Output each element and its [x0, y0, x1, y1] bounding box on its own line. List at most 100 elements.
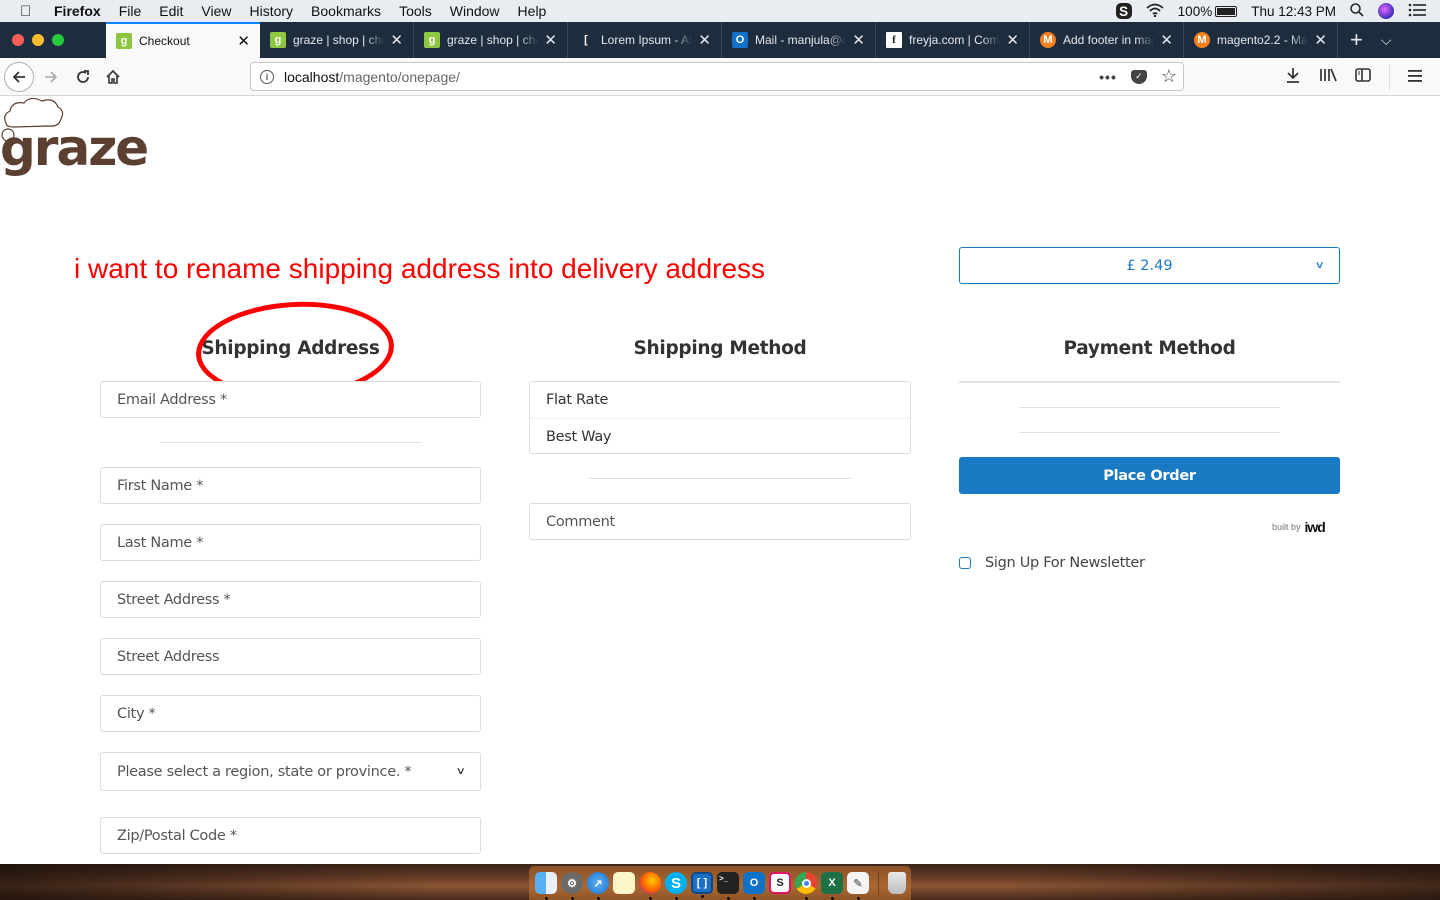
graze-logo[interactable]: graze — [0, 97, 160, 182]
shipping-option-best-way[interactable]: Best Way — [530, 418, 910, 454]
newsletter-option[interactable]: Sign Up For Newsletter — [959, 555, 1145, 571]
tab-graze-shop-1[interactable]: g graze | shop | checkout ✕ — [260, 22, 414, 58]
home-button[interactable] — [98, 62, 128, 92]
first-name-placeholder: First Name * — [117, 477, 204, 494]
region-select[interactable]: Please select a region, state or provinc… — [100, 752, 481, 791]
menu-view[interactable]: View — [201, 3, 231, 19]
new-tab-plus-icon[interactable]: + — [1350, 27, 1363, 53]
graze-favicon-icon: g — [424, 32, 440, 48]
textedit-dock-icon[interactable]: ✎ — [847, 872, 869, 900]
skype-status-icon[interactable]: S — [1115, 3, 1132, 19]
built-by-credit[interactable]: built by iwd — [1272, 519, 1326, 535]
tab-lorem-ipsum[interactable]: [ Lorem Ipsum - All the facts ✕ — [568, 22, 722, 58]
browser-tab-strip: g Checkout ✕ g graze | shop | checkout ✕… — [0, 22, 1440, 58]
shipping-address-title: Shipping Address — [201, 338, 380, 359]
skype-dock-icon[interactable]: S — [665, 872, 687, 900]
sidebar-toggle-icon[interactable] — [1355, 67, 1371, 87]
freyja-favicon-icon: f — [886, 32, 902, 48]
dock-separator — [878, 871, 879, 895]
menu-app-name[interactable]: Firefox — [54, 3, 101, 19]
bookmark-star-icon[interactable]: ☆ — [1161, 66, 1177, 87]
close-tab-icon[interactable]: ✕ — [852, 31, 865, 49]
slack-dock-icon[interactable]: S — [769, 872, 791, 894]
page-actions-more-icon[interactable]: ••• — [1099, 69, 1117, 85]
menu-bookmarks[interactable]: Bookmarks — [311, 3, 381, 19]
divider — [160, 442, 422, 443]
menu-help[interactable]: Help — [518, 3, 547, 19]
shipping-method-options: Flat Rate Best Way — [529, 381, 911, 454]
safari-dock-icon[interactable]: ↗ — [587, 872, 609, 900]
minimize-window-button[interactable] — [32, 34, 44, 46]
menu-file[interactable]: File — [119, 3, 142, 19]
list-all-tabs-chevron-icon[interactable]: ⌵ — [1381, 32, 1392, 49]
system-preferences-dock-icon[interactable]: ⚙ — [561, 872, 583, 900]
last-name-field[interactable]: Last Name * — [100, 524, 481, 561]
pocket-icon[interactable]: ✓ — [1130, 69, 1147, 84]
clock[interactable]: Thu 12:43 PM — [1251, 4, 1336, 19]
notes-dock-icon[interactable] — [613, 872, 635, 894]
trash-dock-icon[interactable] — [888, 872, 906, 894]
menu-history[interactable]: History — [249, 3, 293, 19]
zip-field[interactable]: Zip/Postal Code * — [100, 817, 481, 854]
maximize-window-button[interactable] — [52, 34, 64, 46]
order-total-dropdown[interactable]: £ 2.49 ∨ — [959, 247, 1340, 284]
back-button[interactable] — [4, 61, 34, 92]
spotlight-search-icon[interactable] — [1350, 2, 1364, 20]
menu-window[interactable]: Window — [450, 3, 500, 19]
close-tab-icon[interactable]: ✕ — [1160, 31, 1173, 49]
library-icon[interactable] — [1319, 67, 1337, 88]
close-tab-icon[interactable]: ✕ — [1006, 31, 1019, 49]
close-window-button[interactable] — [12, 34, 24, 46]
brackets-dock-icon[interactable]: [ ] — [691, 872, 713, 898]
downloads-icon[interactable] — [1285, 67, 1301, 88]
close-tab-icon[interactable]: ✕ — [544, 31, 557, 49]
newsletter-checkbox[interactable] — [959, 557, 971, 569]
excel-dock-icon[interactable]: X — [821, 872, 843, 900]
finder-dock-icon[interactable] — [535, 872, 557, 900]
terminal-dock-icon[interactable]: >_ — [717, 872, 739, 900]
menu-tools[interactable]: Tools — [399, 3, 432, 19]
divider — [589, 478, 851, 479]
divider — [1019, 432, 1280, 433]
close-tab-icon[interactable]: ✕ — [698, 31, 711, 49]
site-info-icon[interactable]: i — [260, 69, 274, 84]
close-tab-icon[interactable]: ✕ — [1314, 31, 1327, 49]
siri-icon[interactable] — [1378, 3, 1394, 19]
tab-magento22[interactable]: M magento2.2 - Magento ✕ — [1184, 22, 1338, 58]
menu-edit[interactable]: Edit — [159, 3, 183, 19]
window-controls — [0, 22, 106, 58]
tab-title: Checkout — [139, 34, 190, 48]
reload-button[interactable] — [68, 62, 98, 92]
tab-mail[interactable]: O Mail - manjula@co ✕ — [722, 22, 876, 58]
notification-center-icon[interactable] — [1408, 3, 1426, 20]
place-order-button[interactable]: Place Order — [959, 457, 1340, 494]
wifi-icon[interactable] — [1146, 3, 1164, 20]
close-tab-icon[interactable]: ✕ — [390, 31, 403, 49]
street-address-2-field[interactable]: Street Address — [100, 638, 481, 675]
firefox-dock-icon[interactable] — [639, 872, 661, 900]
chrome-dock-icon[interactable] — [795, 872, 817, 900]
url-bar[interactable]: i localhost/magento/onepage/ ••• ✓ ☆ — [250, 62, 1184, 91]
battery-status[interactable]: 100% — [1178, 4, 1238, 19]
comment-field[interactable]: Comment — [529, 503, 911, 540]
city-placeholder: City * — [117, 705, 156, 722]
tab-title: Add footer in magento — [1063, 33, 1154, 47]
tab-checkout[interactable]: g Checkout ✕ — [106, 22, 260, 58]
magento-favicon-icon: M — [1194, 32, 1210, 48]
tab-freyja[interactable]: f freyja.com | Community ✕ — [876, 22, 1030, 58]
forward-button[interactable] — [36, 62, 66, 92]
tab-graze-shop-2[interactable]: g graze | shop | checkout ✕ — [414, 22, 568, 58]
hamburger-menu-icon[interactable] — [1408, 67, 1422, 87]
outlook-dock-icon[interactable]: O — [743, 872, 765, 900]
chevron-down-icon: ∨ — [455, 766, 466, 777]
street-address-1-field[interactable]: Street Address * — [100, 581, 481, 618]
city-field[interactable]: City * — [100, 695, 481, 732]
graze-favicon-icon: g — [270, 32, 286, 48]
chevron-down-icon: ∨ — [1314, 260, 1325, 271]
close-tab-icon[interactable]: ✕ — [237, 32, 250, 50]
first-name-field[interactable]: First Name * — [100, 467, 481, 504]
email-field[interactable]: Email Address * — [100, 381, 481, 418]
tab-add-footer[interactable]: M Add footer in magento ✕ — [1030, 22, 1184, 58]
apple-menu-icon[interactable]:  — [20, 3, 38, 20]
shipping-option-flat-rate[interactable]: Flat Rate — [530, 382, 910, 418]
